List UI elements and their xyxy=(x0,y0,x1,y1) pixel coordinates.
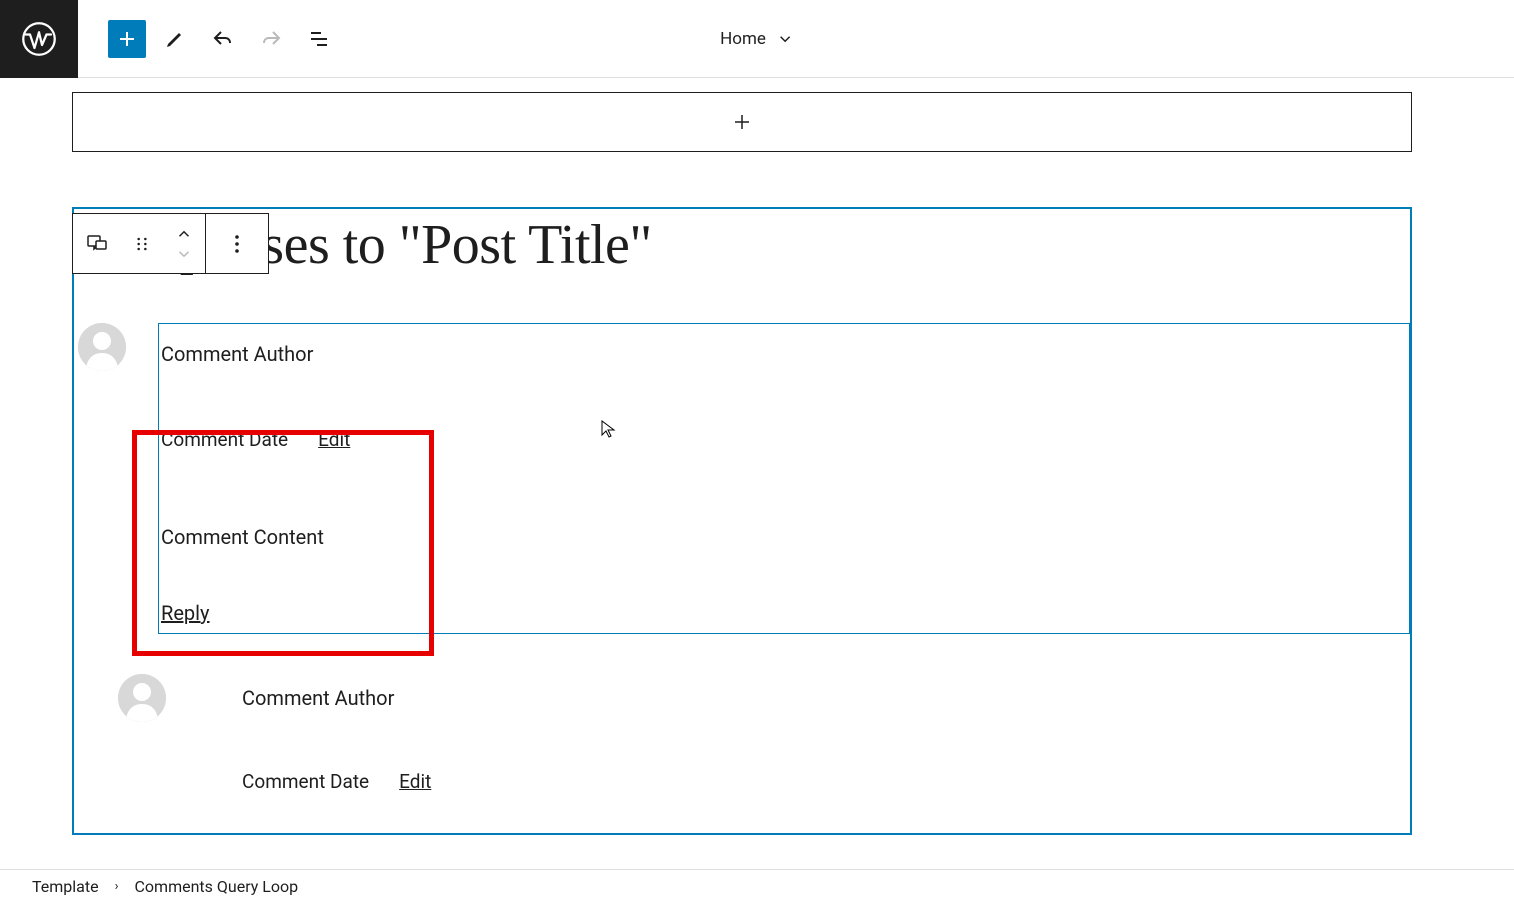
comments-block-icon xyxy=(85,232,109,256)
redo-icon xyxy=(259,27,283,51)
avatar xyxy=(118,674,166,722)
comment-edit-link[interactable]: Edit xyxy=(318,428,350,451)
drag-icon xyxy=(132,234,152,254)
page-selector[interactable]: Home xyxy=(720,29,794,49)
comment-template-block[interactable]: Comment Author Comment Date Edit Comment… xyxy=(158,323,1410,634)
page-label-text: Home xyxy=(720,29,766,49)
breadcrumb-separator: › xyxy=(115,879,119,894)
move-controls xyxy=(163,214,205,274)
redo-button[interactable] xyxy=(252,20,290,58)
breadcrumb-root[interactable]: Template xyxy=(32,877,99,896)
comment-author[interactable]: Comment Author xyxy=(198,686,1410,710)
list-icon xyxy=(307,27,331,51)
top-toolbar: Home xyxy=(0,0,1514,78)
comment-reply-link[interactable]: Reply xyxy=(159,601,1409,625)
breadcrumb-bar: Template › Comments Query Loop xyxy=(0,869,1514,902)
comment-body: Comment Author Comment Date Edit xyxy=(198,674,1410,793)
undo-icon xyxy=(211,27,235,51)
toolbar-left-group xyxy=(108,20,338,58)
chevron-down-icon xyxy=(175,247,193,261)
block-toolbar xyxy=(72,213,269,274)
chevron-down-icon xyxy=(776,30,794,48)
block-appender[interactable] xyxy=(72,92,1412,152)
comments-query-loop-block[interactable]: 3 responses to "Post Title" Comment Auth… xyxy=(72,207,1412,835)
comments-title[interactable]: 3 responses to "Post Title" xyxy=(74,213,1410,277)
comment-author[interactable]: Comment Author xyxy=(159,342,1409,366)
wordpress-logo[interactable] xyxy=(0,0,78,78)
comment-meta-row: Comment Date Edit xyxy=(198,770,1410,793)
comment-item: Comment Author Comment Date Edit Comment… xyxy=(74,323,1410,634)
comment-meta-row: Comment Date Edit xyxy=(159,428,1409,451)
comment-date[interactable]: Comment Date xyxy=(242,770,369,793)
block-options-button[interactable] xyxy=(206,214,268,274)
comment-date[interactable]: Comment Date xyxy=(161,428,288,451)
drag-handle[interactable] xyxy=(121,214,163,274)
plus-icon xyxy=(730,110,754,134)
edit-mode-button[interactable] xyxy=(156,20,194,58)
chevron-up-icon xyxy=(175,227,193,241)
move-down-button[interactable] xyxy=(175,244,193,264)
move-up-button[interactable] xyxy=(175,224,193,244)
avatar xyxy=(78,323,126,371)
avatar-placeholder-icon xyxy=(78,323,126,371)
editor-canvas: 3 responses to "Post Title" Comment Auth… xyxy=(0,78,1514,869)
pencil-icon xyxy=(163,27,187,51)
comment-edit-link[interactable]: Edit xyxy=(399,770,431,793)
block-type-button[interactable] xyxy=(73,214,121,274)
comment-content[interactable]: Comment Content xyxy=(159,525,1409,549)
add-block-button[interactable] xyxy=(108,20,146,58)
avatar-placeholder-icon xyxy=(118,674,166,722)
plus-icon xyxy=(115,27,139,51)
document-overview-button[interactable] xyxy=(300,20,338,58)
undo-button[interactable] xyxy=(204,20,242,58)
comment-item: Comment Author Comment Date Edit xyxy=(114,674,1410,793)
more-vertical-icon xyxy=(225,232,249,256)
breadcrumb-current[interactable]: Comments Query Loop xyxy=(135,877,299,896)
